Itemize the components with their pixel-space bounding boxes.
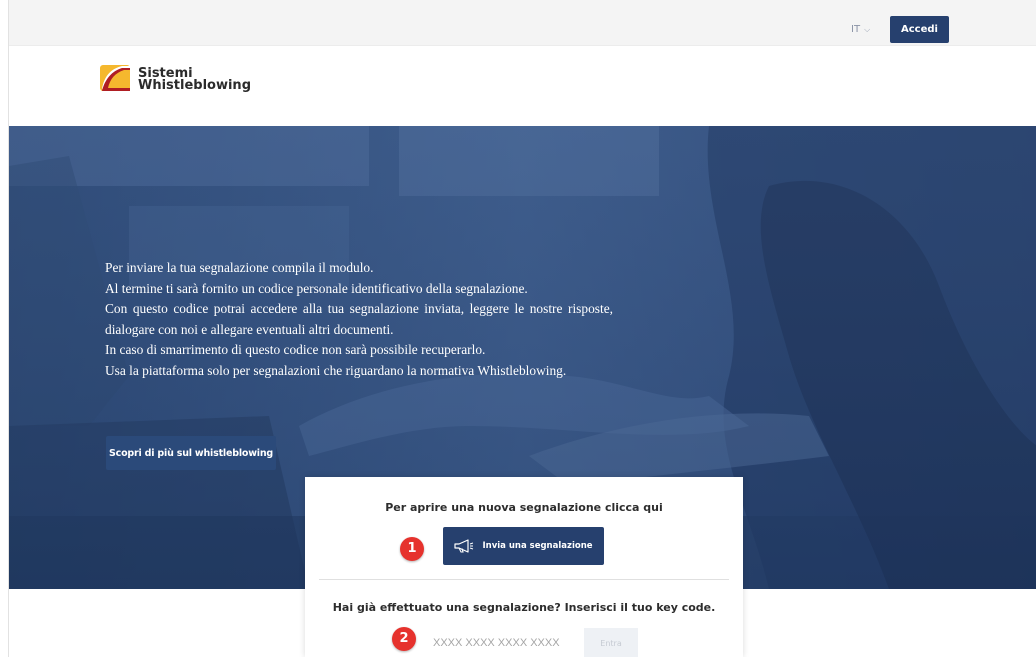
logo-icon[interactable] xyxy=(100,63,132,93)
header: Sistemi Whistleblowing xyxy=(9,47,1036,126)
brand-name[interactable]: Sistemi Whistleblowing xyxy=(138,67,251,93)
hero-paragraph: Con questo codice potrai accedere alla t… xyxy=(105,301,613,337)
hero-intro-text: Per inviare la tua segnalazione compila … xyxy=(105,258,613,381)
language-label: IT xyxy=(851,24,861,35)
brand-line2: Whistleblowing xyxy=(138,78,251,93)
hero-paragraph: Al termine ti sarà fornito un codice per… xyxy=(105,280,528,296)
hero-paragraph: In caso di smarrimento di questo codice … xyxy=(105,342,486,357)
keycode-input[interactable] xyxy=(427,629,567,657)
megaphone-icon xyxy=(454,539,474,553)
step-1-badge: 1 xyxy=(400,537,424,561)
step-2-badge: 2 xyxy=(392,627,416,651)
enter-button[interactable]: Entra xyxy=(584,628,638,657)
existing-report-title: Hai già effettuato una segnalazione? Ins… xyxy=(332,601,716,614)
top-bar: IT ⌵ Accedi xyxy=(9,0,1036,46)
new-report-title: Per aprire una nuova segnalazione clicca… xyxy=(385,501,663,514)
hero-paragraph: Usa la piattaforma solo per segnalazioni… xyxy=(105,362,567,378)
report-card: Per aprire una nuova segnalazione clicca… xyxy=(305,477,743,657)
divider xyxy=(319,579,729,580)
hero-paragraph: Per inviare la tua segnalazione compila … xyxy=(105,260,374,275)
login-button[interactable]: Accedi xyxy=(890,16,949,43)
language-selector[interactable]: IT ⌵ xyxy=(851,24,870,35)
send-report-label: Invia una segnalazione xyxy=(482,541,593,551)
page: IT ⌵ Accedi Sistemi Whistleblowing Per i… xyxy=(8,0,1036,657)
chevron-down-icon: ⌵ xyxy=(864,25,871,34)
send-report-button[interactable]: Invia una segnalazione xyxy=(443,527,604,565)
learn-more-button[interactable]: Scopri di più sul whistleblowing xyxy=(106,436,276,470)
